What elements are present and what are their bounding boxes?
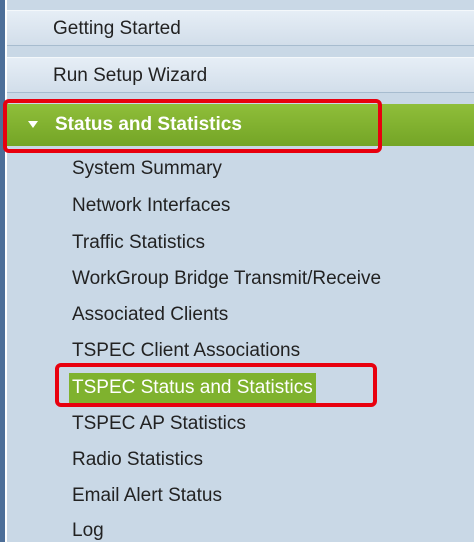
expand-triangle-icon	[28, 121, 38, 128]
submenu-item-tspec-ap-statistics[interactable]: TSPEC AP Statistics	[72, 407, 246, 440]
nav-item-getting-started-label: Getting Started	[53, 18, 181, 39]
left-border	[0, 0, 5, 542]
nav-item-getting-started[interactable]: Getting Started	[7, 10, 474, 46]
page: Getting Started Run Setup Wizard Status …	[0, 0, 474, 542]
submenu-item-email-alert-status[interactable]: Email Alert Status	[72, 479, 222, 512]
submenu-item-network-interfaces[interactable]: Network Interfaces	[72, 189, 230, 222]
submenu-item-system-summary[interactable]: System Summary	[72, 152, 222, 185]
submenu-item-radio-statistics[interactable]: Radio Statistics	[72, 443, 203, 476]
navigation-menu: Getting Started Run Setup Wizard Status …	[7, 0, 474, 542]
nav-item-run-setup-wizard[interactable]: Run Setup Wizard	[7, 57, 474, 93]
submenu-item-workgroup-bridge[interactable]: WorkGroup Bridge Transmit/Receive	[72, 262, 381, 295]
section-status-and-statistics[interactable]: Status and Statistics	[7, 104, 474, 146]
submenu-item-tspec-status-and-statistics[interactable]: TSPEC Status and Statistics	[69, 373, 316, 403]
section-label: Status and Statistics	[55, 114, 242, 135]
submenu-item-tspec-client-associations[interactable]: TSPEC Client Associations	[72, 334, 300, 367]
submenu-item-log[interactable]: Log	[72, 514, 104, 542]
submenu-item-associated-clients[interactable]: Associated Clients	[72, 298, 228, 331]
nav-item-run-setup-wizard-label: Run Setup Wizard	[53, 65, 208, 86]
submenu-item-traffic-statistics[interactable]: Traffic Statistics	[72, 226, 205, 259]
